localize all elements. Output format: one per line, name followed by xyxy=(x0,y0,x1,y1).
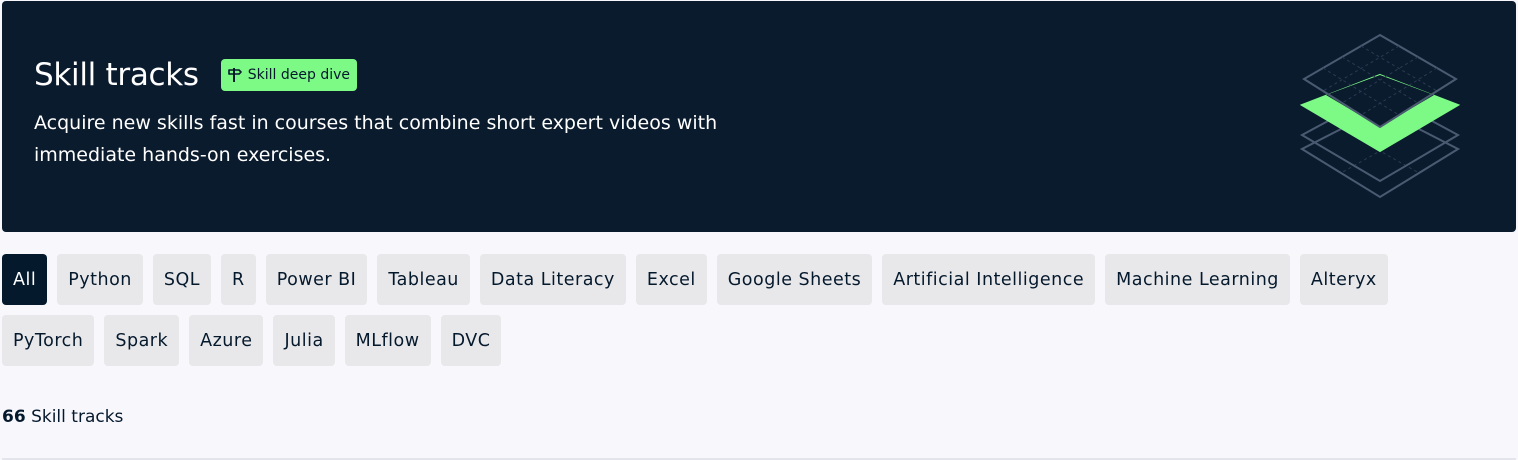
filter-row-1: All Python SQL R Power BI Tableau Data L… xyxy=(2,254,1516,305)
topic-filter-bar: All Python SQL R Power BI Tableau Data L… xyxy=(2,254,1516,376)
filter-chip-data-literacy[interactable]: Data Literacy xyxy=(479,254,626,305)
badge-label: Skill deep dive xyxy=(247,67,351,83)
filter-chip-azure[interactable]: Azure xyxy=(189,315,264,366)
filter-chip-all[interactable]: All xyxy=(2,254,48,305)
results-count: 66 Skill tracks xyxy=(2,407,123,427)
filter-chip-google-sheets[interactable]: Google Sheets xyxy=(716,254,873,305)
hero-description: Acquire new skills fast in courses that … xyxy=(34,112,718,166)
page-title: Skill tracks xyxy=(34,57,199,93)
filter-chip-machine-learning[interactable]: Machine Learning xyxy=(1105,254,1290,305)
filter-chip-spark[interactable]: Spark xyxy=(104,315,180,366)
signpost-icon xyxy=(227,67,243,83)
filter-chip-tableau[interactable]: Tableau xyxy=(377,254,470,305)
filter-chip-python[interactable]: Python xyxy=(57,254,143,305)
filter-chip-artificial-intelligence[interactable]: Artificial Intelligence xyxy=(882,254,1096,305)
results-count-number: 66 xyxy=(2,407,26,427)
filter-chip-r[interactable]: R xyxy=(221,254,256,305)
skill-deep-dive-badge: Skill deep dive xyxy=(220,59,358,91)
filter-chip-alteryx[interactable]: Alteryx xyxy=(1299,254,1388,305)
stacked-layers-icon xyxy=(1299,31,1461,207)
filter-row-2: PyTorch Spark Azure Julia MLflow DVC xyxy=(2,315,1516,366)
results-count-label: Skill tracks xyxy=(31,407,124,427)
filter-chip-julia[interactable]: Julia xyxy=(273,315,335,366)
filter-chip-power-bi[interactable]: Power BI xyxy=(265,254,368,305)
filter-chip-pytorch[interactable]: PyTorch xyxy=(2,315,95,366)
filter-chip-mlflow[interactable]: MLflow xyxy=(344,315,431,366)
filter-chip-sql[interactable]: SQL xyxy=(152,254,212,305)
filter-chip-excel[interactable]: Excel xyxy=(635,254,707,305)
hero-banner: Skill tracks Skill deep dive Acquire new… xyxy=(2,1,1516,232)
hero-title-row: Skill tracks Skill deep dive xyxy=(34,57,358,93)
filter-chip-dvc[interactable]: DVC xyxy=(440,315,502,366)
